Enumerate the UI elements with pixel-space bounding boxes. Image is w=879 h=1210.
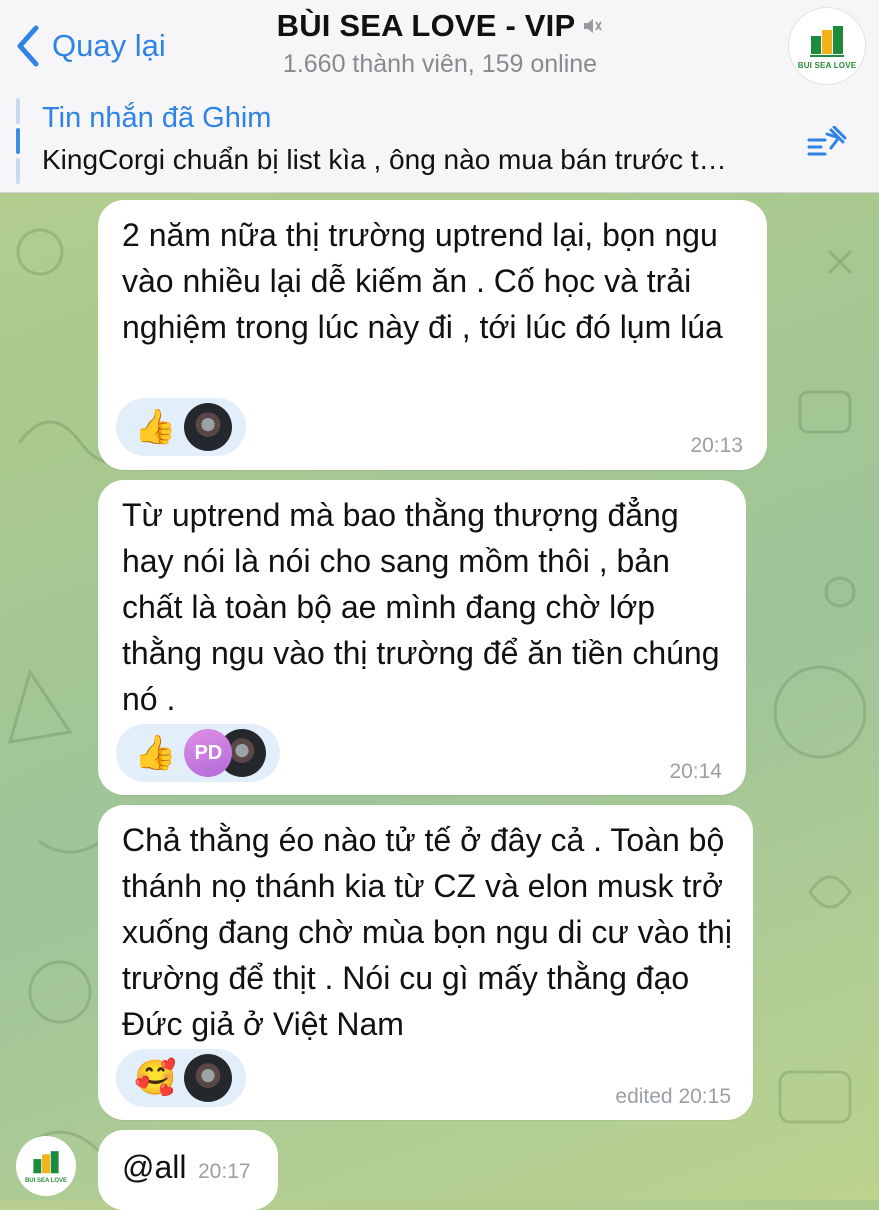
group-avatar[interactable]: BUI SEA LOVE [789,8,865,84]
sender-avatar-brand: BUI SEA LOVE [24,1178,68,1184]
bui-sea-love-logo-icon [33,1151,59,1174]
message-bubble[interactable]: @all 20:17 [98,1130,278,1210]
message-time: 20:17 [198,1160,251,1183]
message-time: 20:13 [690,434,743,457]
message-bubble[interactable]: Từ uptrend mà bao thằng thượng đẳng hay … [98,480,746,795]
message-text: 2 năm nữa thị trường uptrend lại, bọn ng… [122,217,723,345]
message-bubble[interactable]: 2 năm nữa thị trường uptrend lại, bọn ng… [98,200,767,470]
back-button[interactable]: Quay lại [14,24,166,68]
pinned-indicator [16,98,20,184]
message-text: Từ uptrend mà bao thằng thượng đẳng hay … [122,497,720,717]
message-text: Chả thằng éo nào tử tế ở đây cả . Toàn b… [122,822,732,1042]
reactions[interactable]: 👍 [116,398,247,456]
message-text: @all [122,1149,187,1185]
chat-title: BÙI SEA LOVE - VIP [276,8,576,43]
chat-title-area[interactable]: BÙI SEA LOVE - VIP 1.660 thành viên, 159… [200,8,680,79]
chat-header: Quay lại BÙI SEA LOVE - VIP 1.660 thành … [0,0,879,93]
message-time: edited 20:15 [615,1085,731,1108]
reactions[interactable]: 🥰 [116,1049,247,1107]
bui-sea-love-logo-icon [810,26,844,57]
message-time: 20:14 [669,760,722,783]
chat-subtitle: 1.660 thành viên, 159 online [282,50,598,78]
pinned-title: Tin nhắn đã Ghim [42,102,272,134]
muted-icon [584,19,603,33]
reactor-avatar [184,1054,233,1102]
pinned-text: KingCorgi chuẩn bị list kìa , ông nào mu… [42,144,727,175]
pinned-message-bar[interactable]: Tin nhắn đã Ghim KingCorgi chuẩn bị list… [0,92,879,193]
message-bubble[interactable]: Chả thằng éo nào tử tế ở đây cả . Toàn b… [98,805,753,1120]
sender-avatar[interactable]: BUI SEA LOVE [16,1136,76,1196]
chevron-left-icon [17,25,39,67]
reaction-emoji: 👍 [134,408,177,446]
reactor-avatar-initials: PD [184,729,233,777]
reactions[interactable]: 👍 PD [116,724,281,782]
reaction-emoji: 👍 [134,734,177,772]
reaction-emoji: 🥰 [134,1059,177,1097]
pin-list-icon[interactable] [807,126,849,158]
group-avatar-brand: BUI SEA LOVE [797,61,857,70]
reactor-avatar [184,403,233,451]
back-label: Quay lại [52,28,166,63]
